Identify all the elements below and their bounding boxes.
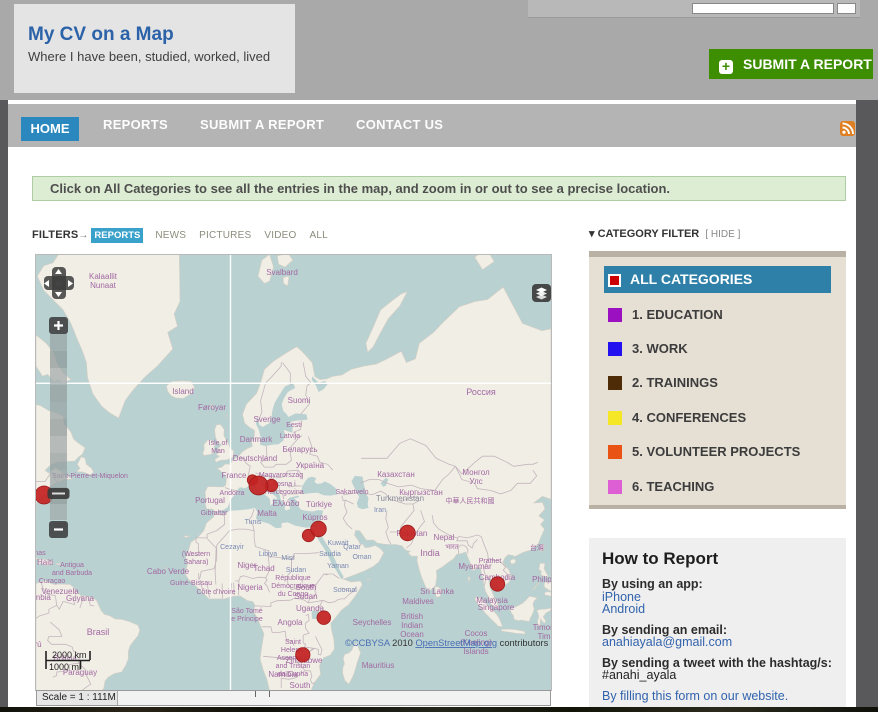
svg-text:Maldives: Maldives [402,597,434,606]
svg-text:Haiti: Haiti [37,558,53,567]
svg-text:Cezayir: Cezayir [220,544,244,551]
svg-text:Oman: Oman [352,554,371,561]
svg-text:Angola: Angola [278,618,303,627]
svg-text:Antigua: Antigua [60,562,84,569]
svg-text:Yaman: Yaman [327,563,349,570]
svg-text:Démocratique: Démocratique [271,583,315,590]
svg-text:1000 mi: 1000 mi [49,662,81,672]
svg-text:Mauritius: Mauritius [362,661,394,670]
svg-text:Brasil: Brasil [87,627,110,637]
svg-text:Indian: Indian [401,621,423,630]
svg-text:Sverige: Sverige [253,415,281,424]
svg-text:Nunaat: Nunaat [90,281,117,290]
svg-text:台灣: 台灣 [530,543,544,552]
svg-text:Suomi: Suomi [288,396,311,405]
svg-text:Svalbard: Svalbard [266,268,298,277]
svg-text:Беларусь: Беларусь [283,445,318,454]
svg-text:and Tristan: and Tristan [276,663,311,670]
svg-text:Ελλάδα: Ελλάδα [273,499,300,508]
svg-text:Sudan: Sudan [286,567,306,574]
svg-text:Казахстан: Казахстан [377,470,415,479]
svg-text:Turkmenistan: Turkmenistan [376,494,424,503]
svg-text:Україна: Україна [296,461,325,470]
svg-text:Seychelles: Seychelles [353,618,392,627]
svg-text:Latvija: Latvija [280,433,300,440]
svg-text:Føroyar: Føroyar [198,403,226,412]
svg-text:South: South [290,681,311,690]
svg-text:São Tomé: São Tomé [231,608,262,615]
svg-text:rú: rú [36,640,42,649]
svg-text:Guyana: Guyana [66,594,95,603]
svg-text:Soomal: Soomal [333,587,357,594]
svg-text:Türkiye: Türkiye [306,500,333,509]
svg-text:Улс: Улс [469,477,482,486]
svg-text:Timor-: Timor- [533,623,551,632]
svg-text:中華人民共和國: 中華人民共和國 [446,496,495,505]
svg-text:Man: Man [211,448,225,455]
svg-text:Nigeria: Nigeria [237,583,263,592]
svg-text:Cabo Verde: Cabo Verde [147,567,190,576]
svg-text:British: British [401,612,423,621]
svg-text:Saudia: Saudia [319,551,341,558]
svg-text:©CCBYSA 2010 OpenStreetMap.org: ©CCBYSA 2010 OpenStreetMap.org contribut… [345,638,549,648]
svg-text:République: République [275,575,311,582]
svg-text:2000 km: 2000 km [52,650,87,660]
svg-text:Tunis: Tunis [245,519,262,526]
svg-text:Guiné-Bissau: Guiné-Bissau [170,580,212,587]
svg-text:भारत: भारत [445,544,460,551]
svg-text:Misr: Misr [281,555,295,562]
svg-text:Malta: Malta [257,509,277,518]
svg-text:Монгол: Монгол [462,468,490,477]
svg-text:France: France [222,471,247,480]
svg-text:Deutschland: Deutschland [233,454,277,463]
svg-text:Sahara): Sahara) [184,559,209,566]
svg-text:Россия: Россия [466,387,496,397]
svg-text:Isle of: Isle of [209,440,228,447]
svg-text:e Príncipe: e Príncipe [231,616,263,623]
svg-text:Iran: Iran [374,507,386,514]
svg-text:Libiya: Libiya [259,551,277,558]
svg-text:Kalaallit: Kalaallit [89,272,118,281]
svg-text:ombia: ombia [36,593,51,602]
svg-text:Island: Island [172,387,193,396]
svg-text:du Congo: du Congo [278,591,308,598]
svg-text:Philippi: Philippi [532,575,551,584]
svg-text:Gibraltar: Gibraltar [201,510,229,517]
svg-text:Côte d'Ivoire: Côte d'Ivoire [196,589,235,596]
svg-text:(Western: (Western [182,551,210,558]
svg-text:da Cunha: da Cunha [278,671,308,678]
svg-text:Saint: Saint [285,639,301,646]
svg-text:Sakartvelo: Sakartvelo [335,489,368,496]
svg-text:Kúpros: Kúpros [302,513,327,522]
svg-text:Curaçao: Curaçao [39,578,66,585]
svg-text:Singapore: Singapore [478,603,515,612]
svg-text:nas: nas [36,550,46,557]
svg-text:and Barbuda: and Barbuda [52,570,92,577]
svg-text:India: India [420,548,440,558]
svg-text:Cocos: Cocos [465,629,488,638]
svg-text:Sri Lanka: Sri Lanka [420,587,454,596]
svg-text:Islands: Islands [463,647,488,656]
svg-text:Danmark: Danmark [240,435,273,444]
svg-text:Nepal: Nepal [434,533,455,542]
svg-text:Prathet: Prathet [479,558,502,565]
svg-text:Portugal: Portugal [195,496,225,505]
svg-text:Eesti: Eesti [286,422,302,429]
svg-text:Tchad: Tchad [253,564,274,573]
svg-text:Magyarország: Magyarország [259,472,303,479]
svg-text:Kuwait: Kuwait [327,540,348,547]
